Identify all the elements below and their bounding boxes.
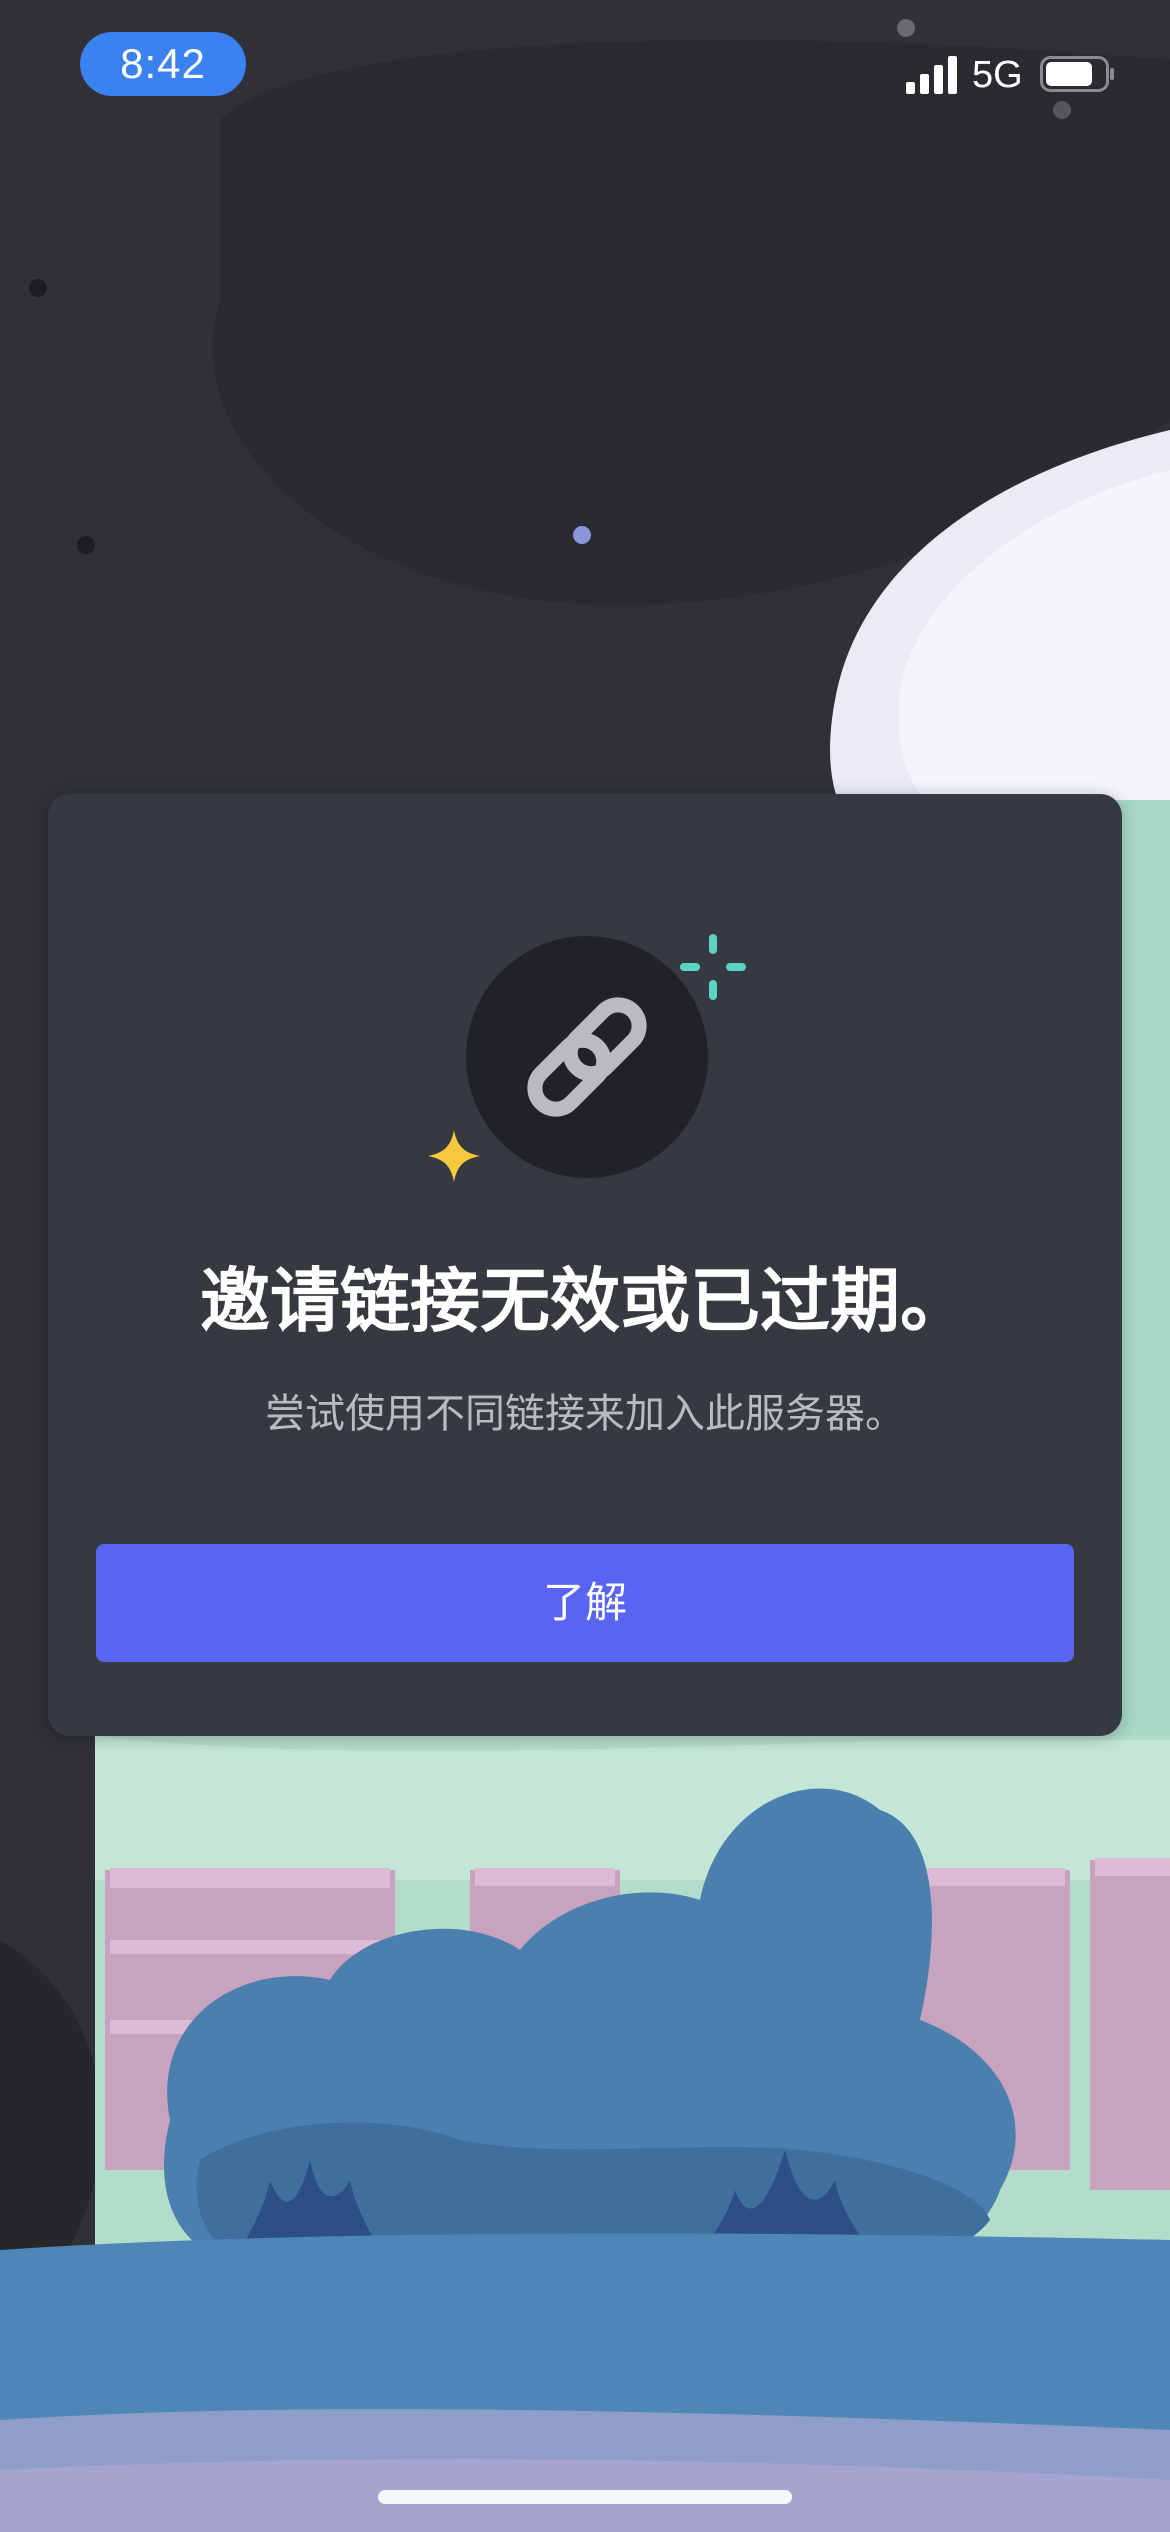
dialog-subtitle: 尝试使用不同链接来加入此服务器。	[265, 1391, 905, 1437]
battery-icon	[1040, 56, 1114, 92]
status-time: 8:42	[80, 32, 246, 96]
link-icon	[466, 936, 708, 1178]
sparkle-teal-icon	[680, 934, 746, 1000]
home-indicator[interactable]	[378, 2490, 792, 2504]
understand-button[interactable]: 了解	[96, 1544, 1074, 1662]
invite-invalid-card: 邀请链接无效或已过期。 尝试使用不同链接来加入此服务器。 了解	[48, 794, 1122, 1736]
network-type: 5G	[972, 54, 1023, 96]
dialog-title: 邀请链接无效或已过期。	[200, 1260, 970, 1342]
cellular-signal-icon	[906, 56, 957, 94]
status-bar: 8:42 5G	[0, 0, 1170, 140]
sparkle-yellow-icon	[428, 1130, 480, 1182]
